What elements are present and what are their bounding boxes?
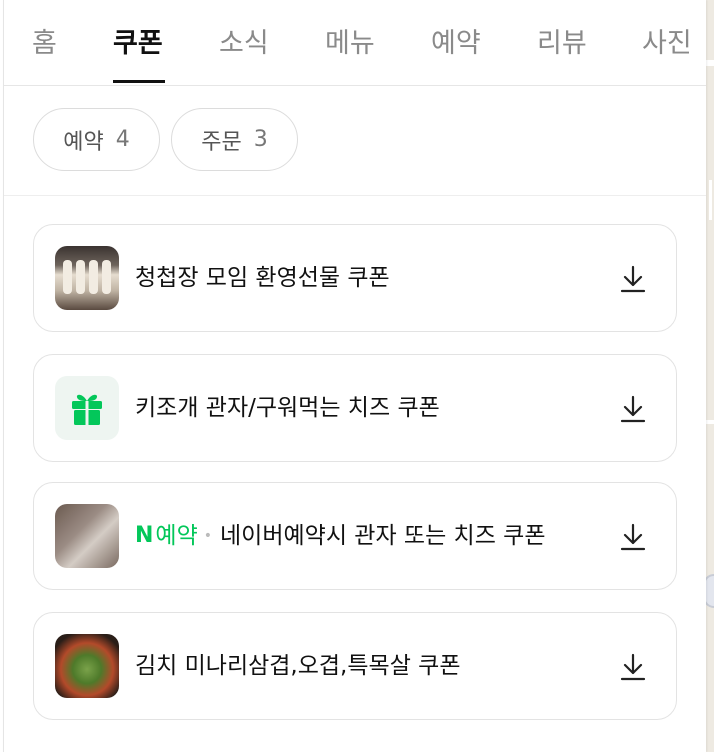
coupon-title: 네이버예약시 관자 또는 치즈 쿠폰: [220, 523, 546, 549]
tab-reservation[interactable]: 예약: [431, 24, 481, 64]
filter-chip-order[interactable]: 주문 3: [171, 108, 298, 171]
download-icon[interactable]: [620, 264, 646, 294]
coupon-card[interactable]: 키조개 관자/구워먹는 치즈 쿠폰: [33, 354, 677, 462]
coupon-card[interactable]: N 예약 • 네이버예약시 관자 또는 치즈 쿠폰: [33, 482, 677, 590]
tab-coupon[interactable]: 쿠폰: [113, 24, 163, 64]
coupon-card[interactable]: 김치 미나리삼겹,오겹,특목살 쿠폰: [33, 612, 677, 720]
filter-chip-count: 3: [253, 127, 268, 152]
tab-photo[interactable]: 사진: [642, 24, 692, 64]
naver-n-icon: N: [135, 523, 154, 548]
filter-chip-count: 4: [115, 127, 130, 152]
tab-home[interactable]: 홈: [32, 24, 57, 64]
separator-dot: •: [203, 528, 213, 544]
naver-reservation-badge: N 예약 •: [135, 516, 212, 556]
map-road: [709, 180, 712, 220]
download-icon[interactable]: [620, 394, 646, 424]
filter-chip-label: 주문: [201, 129, 242, 155]
tab-news[interactable]: 소식: [219, 24, 269, 64]
filter-chip-label: 예약: [63, 129, 104, 155]
download-icon[interactable]: [620, 652, 646, 682]
active-tab-indicator: [113, 80, 165, 83]
coupon-filter-bar: 예약 4 주문 3: [4, 86, 706, 196]
coupon-thumbnail: [55, 504, 119, 568]
coupon-title-row: N 예약 • 네이버예약시 관자 또는 치즈 쿠폰: [135, 516, 546, 556]
download-icon[interactable]: [620, 522, 646, 552]
tab-review[interactable]: 리뷰: [537, 24, 587, 64]
map-road: [705, 420, 714, 424]
map-road: [705, 60, 714, 66]
badge-label: 예약: [155, 523, 198, 549]
tab-bar: 홈 쿠폰 소식 메뉴 예약 리뷰 사진: [4, 0, 706, 86]
tab-menu[interactable]: 메뉴: [325, 24, 375, 64]
gift-icon: [55, 376, 119, 440]
coupon-thumbnail: [55, 634, 119, 698]
map-background: [705, 0, 714, 752]
place-detail-panel: 홈 쿠폰 소식 메뉴 예약 리뷰 사진 예약 4 주문 3 청첩장 모임 환영선…: [3, 0, 706, 752]
coupon-thumbnail: [55, 246, 119, 310]
coupon-title: 청첩장 모임 환영선물 쿠폰: [135, 265, 390, 291]
coupon-title: 키조개 관자/구워먹는 치즈 쿠폰: [135, 395, 440, 421]
coupon-title: 김치 미나리삼겹,오겹,특목살 쿠폰: [135, 653, 461, 679]
filter-chip-reservation[interactable]: 예약 4: [33, 108, 160, 171]
coupon-card[interactable]: 청첩장 모임 환영선물 쿠폰: [33, 224, 677, 332]
